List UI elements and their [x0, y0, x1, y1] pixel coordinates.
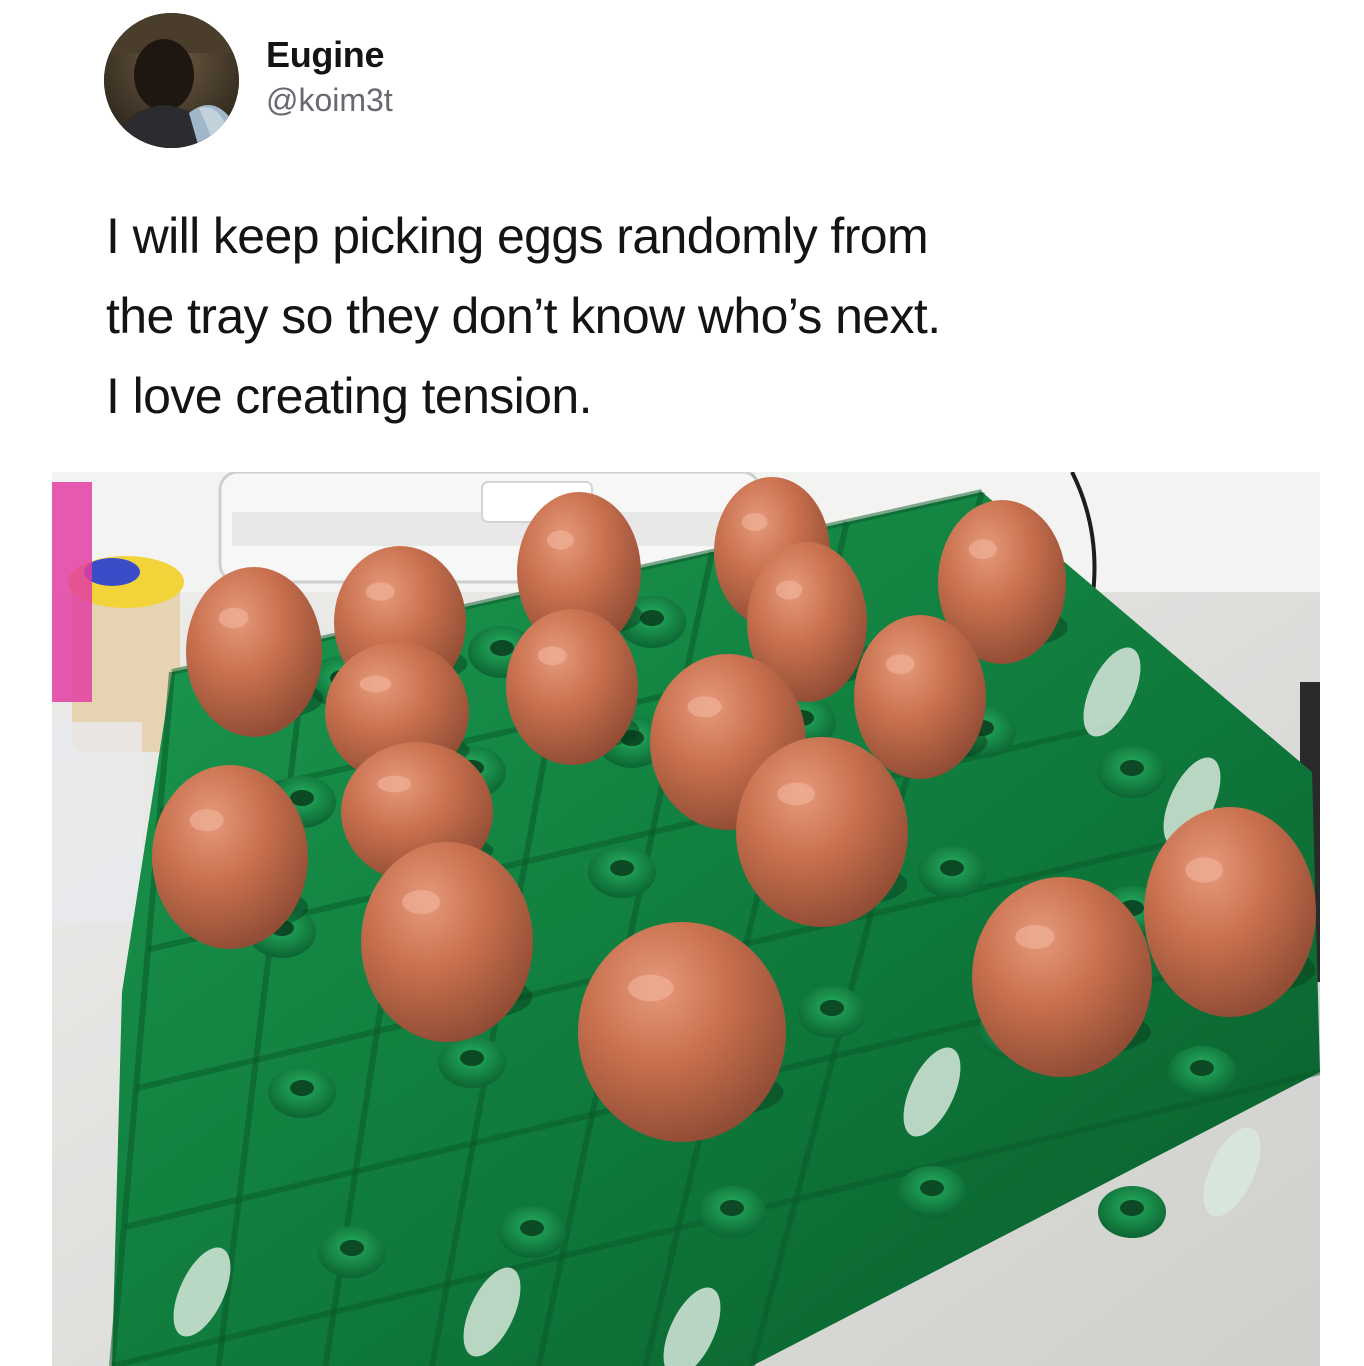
tray-cup-hole	[290, 790, 314, 806]
tray-cup-hole	[290, 1080, 314, 1096]
egg-highlight	[377, 775, 411, 793]
egg	[736, 737, 908, 927]
egg-highlight	[775, 580, 803, 600]
egg-highlight	[687, 696, 722, 718]
egg-highlight	[359, 675, 392, 693]
egg-highlight	[885, 654, 915, 675]
tweet-header: Eugine @koim3t	[104, 13, 393, 148]
egg	[361, 842, 533, 1042]
avatar[interactable]	[104, 13, 239, 148]
tray-cup-hole	[610, 860, 634, 876]
egg-highlight	[546, 530, 575, 550]
egg	[506, 609, 638, 765]
egg	[186, 567, 322, 737]
egg-highlight	[218, 607, 249, 629]
tweet-photo[interactable]	[52, 472, 1320, 1366]
egg-highlight	[741, 513, 768, 531]
avatar-image	[104, 13, 239, 148]
tweet-text-line: I will keep picking eggs randomly from	[106, 208, 929, 264]
tray-cup-hole	[1120, 1200, 1144, 1216]
egg-highlight	[365, 582, 395, 601]
tweet-text-line: I love creating tension.	[106, 368, 593, 424]
tray-cup-hole	[340, 1240, 364, 1256]
tray-cup-hole	[1190, 1060, 1214, 1076]
egg-highlight	[402, 890, 441, 914]
egg-highlight	[777, 782, 816, 806]
egg	[152, 765, 308, 949]
egg	[972, 877, 1152, 1077]
tweet-text: I will keep picking eggs randomly from t…	[106, 196, 1256, 436]
egg-highlight	[1185, 857, 1224, 883]
egg-highlight	[627, 974, 674, 1002]
egg	[578, 922, 786, 1142]
egg-highlight	[968, 539, 997, 560]
tray-cup-hole	[1120, 760, 1144, 776]
egg-tray-photo	[52, 472, 1320, 1366]
egg-highlight	[1015, 925, 1055, 949]
tray-cup-hole	[640, 610, 664, 626]
egg-highlight	[537, 646, 567, 666]
tray-cup-hole	[520, 1220, 544, 1236]
tray-cup-hole	[720, 1200, 744, 1216]
egg	[854, 615, 986, 779]
user-handle[interactable]: @koim3t	[266, 79, 393, 121]
egg-highlight	[189, 809, 224, 832]
tray-cup-hole	[920, 1180, 944, 1196]
tray-cup-hole	[460, 1050, 484, 1066]
user-info: Eugine @koim3t	[266, 33, 393, 121]
tweet-text-line: the tray so they don’t know who’s next.	[106, 288, 941, 344]
egg	[1144, 807, 1316, 1017]
tray-cup-hole	[490, 640, 514, 656]
tray-cup-hole	[820, 1000, 844, 1016]
display-name[interactable]: Eugine	[266, 33, 393, 77]
tray-cup-hole	[940, 860, 964, 876]
